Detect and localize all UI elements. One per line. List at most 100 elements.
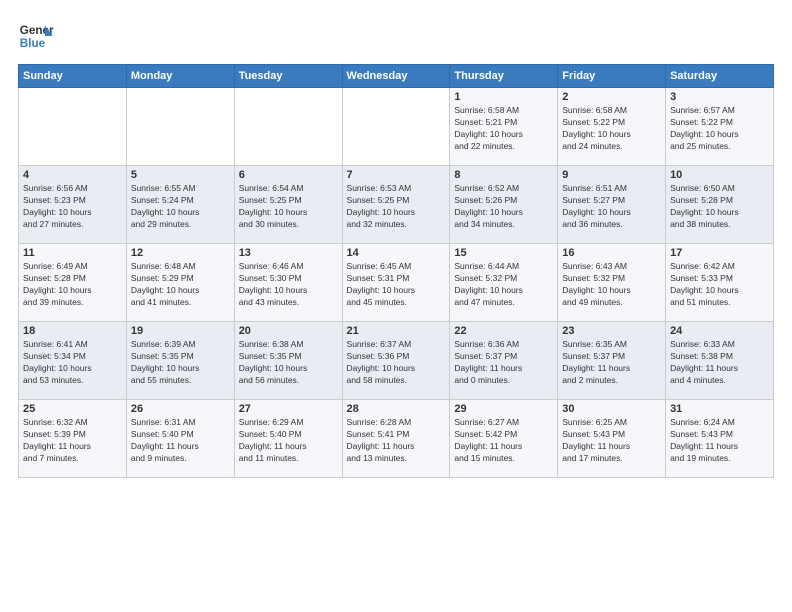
day-info: Sunrise: 6:45 AM Sunset: 5:31 PM Dayligh… [347, 261, 446, 309]
day-number: 11 [23, 247, 122, 259]
week-row-2: 4 Sunrise: 6:56 AM Sunset: 5:23 PM Daylig… [19, 166, 774, 244]
day-info: Sunrise: 6:32 AM Sunset: 5:39 PM Dayligh… [23, 417, 122, 465]
calendar-cell: 1 Sunrise: 6:58 AM Sunset: 5:21 PM Daylig… [450, 88, 558, 166]
day-number: 4 [23, 169, 122, 181]
calendar-cell: 31 Sunrise: 6:24 AM Sunset: 5:43 PM Dayli… [666, 400, 774, 478]
day-info: Sunrise: 6:54 AM Sunset: 5:25 PM Dayligh… [239, 183, 338, 231]
day-info: Sunrise: 6:28 AM Sunset: 5:41 PM Dayligh… [347, 417, 446, 465]
week-row-3: 11 Sunrise: 6:49 AM Sunset: 5:28 PM Dayli… [19, 244, 774, 322]
calendar-cell: 16 Sunrise: 6:43 AM Sunset: 5:32 PM Dayli… [558, 244, 666, 322]
calendar-cell: 30 Sunrise: 6:25 AM Sunset: 5:43 PM Dayli… [558, 400, 666, 478]
day-info: Sunrise: 6:44 AM Sunset: 5:32 PM Dayligh… [454, 261, 553, 309]
day-info: Sunrise: 6:53 AM Sunset: 5:25 PM Dayligh… [347, 183, 446, 231]
calendar-cell [342, 88, 450, 166]
calendar-cell: 26 Sunrise: 6:31 AM Sunset: 5:40 PM Dayli… [126, 400, 234, 478]
logo-icon: General Blue [18, 18, 54, 54]
calendar-cell: 11 Sunrise: 6:49 AM Sunset: 5:28 PM Dayli… [19, 244, 127, 322]
day-number: 5 [131, 169, 230, 181]
calendar-cell: 27 Sunrise: 6:29 AM Sunset: 5:40 PM Dayli… [234, 400, 342, 478]
day-info: Sunrise: 6:58 AM Sunset: 5:22 PM Dayligh… [562, 105, 661, 153]
day-number: 18 [23, 325, 122, 337]
day-number: 24 [670, 325, 769, 337]
column-header-friday: Friday [558, 65, 666, 88]
week-row-4: 18Sunrise: 6:41 AM Sunset: 5:34 PM Dayli… [19, 322, 774, 400]
calendar-table: SundayMondayTuesdayWednesdayThursdayFrid… [18, 64, 774, 478]
day-number: 10 [670, 169, 769, 181]
day-number: 30 [562, 403, 661, 415]
day-number: 7 [347, 169, 446, 181]
header: General Blue [18, 18, 774, 54]
day-info: Sunrise: 6:58 AM Sunset: 5:21 PM Dayligh… [454, 105, 553, 153]
calendar-cell: 8Sunrise: 6:52 AM Sunset: 5:26 PM Daylig… [450, 166, 558, 244]
column-header-sunday: Sunday [19, 65, 127, 88]
calendar-cell: 7 Sunrise: 6:53 AM Sunset: 5:25 PM Daylig… [342, 166, 450, 244]
day-info: Sunrise: 6:48 AM Sunset: 5:29 PM Dayligh… [131, 261, 230, 309]
day-number: 14 [347, 247, 446, 259]
week-row-1: 1 Sunrise: 6:58 AM Sunset: 5:21 PM Daylig… [19, 88, 774, 166]
column-header-saturday: Saturday [666, 65, 774, 88]
calendar-cell [126, 88, 234, 166]
calendar-cell: 15 Sunrise: 6:44 AM Sunset: 5:32 PM Dayli… [450, 244, 558, 322]
day-number: 27 [239, 403, 338, 415]
logo: General Blue [18, 18, 54, 54]
day-number: 1 [454, 91, 553, 103]
calendar-cell: 20Sunrise: 6:38 AM Sunset: 5:35 PM Dayli… [234, 322, 342, 400]
calendar-cell: 18Sunrise: 6:41 AM Sunset: 5:34 PM Dayli… [19, 322, 127, 400]
day-number: 16 [562, 247, 661, 259]
day-number: 23 [562, 325, 661, 337]
column-header-wednesday: Wednesday [342, 65, 450, 88]
calendar-cell: 2 Sunrise: 6:58 AM Sunset: 5:22 PM Daylig… [558, 88, 666, 166]
calendar-cell [234, 88, 342, 166]
calendar-cell: 22Sunrise: 6:36 AM Sunset: 5:37 PM Dayli… [450, 322, 558, 400]
day-number: 22 [454, 325, 553, 337]
day-info: Sunrise: 6:50 AM Sunset: 5:28 PM Dayligh… [670, 183, 769, 231]
day-info: Sunrise: 6:24 AM Sunset: 5:43 PM Dayligh… [670, 417, 769, 465]
calendar-cell: 4 Sunrise: 6:56 AM Sunset: 5:23 PM Daylig… [19, 166, 127, 244]
day-number: 31 [670, 403, 769, 415]
day-number: 6 [239, 169, 338, 181]
day-info: Sunrise: 6:33 AM Sunset: 5:38 PM Dayligh… [670, 339, 769, 387]
day-info: Sunrise: 6:31 AM Sunset: 5:40 PM Dayligh… [131, 417, 230, 465]
calendar-cell [19, 88, 127, 166]
day-info: Sunrise: 6:43 AM Sunset: 5:32 PM Dayligh… [562, 261, 661, 309]
day-number: 17 [670, 247, 769, 259]
week-row-5: 25 Sunrise: 6:32 AM Sunset: 5:39 PM Dayli… [19, 400, 774, 478]
day-number: 21 [347, 325, 446, 337]
day-number: 26 [131, 403, 230, 415]
day-info: Sunrise: 6:46 AM Sunset: 5:30 PM Dayligh… [239, 261, 338, 309]
calendar-header-row: SundayMondayTuesdayWednesdayThursdayFrid… [19, 65, 774, 88]
calendar-page: General Blue SundayMondayTuesdayWednesda… [0, 0, 792, 612]
calendar-cell: 13Sunrise: 6:46 AM Sunset: 5:30 PM Dayli… [234, 244, 342, 322]
day-info: Sunrise: 6:29 AM Sunset: 5:40 PM Dayligh… [239, 417, 338, 465]
day-info: Sunrise: 6:37 AM Sunset: 5:36 PM Dayligh… [347, 339, 446, 387]
calendar-cell: 28Sunrise: 6:28 AM Sunset: 5:41 PM Dayli… [342, 400, 450, 478]
calendar-cell: 17Sunrise: 6:42 AM Sunset: 5:33 PM Dayli… [666, 244, 774, 322]
calendar-body: 1 Sunrise: 6:58 AM Sunset: 5:21 PM Daylig… [19, 88, 774, 478]
day-number: 12 [131, 247, 230, 259]
svg-text:Blue: Blue [20, 37, 46, 50]
calendar-cell: 3Sunrise: 6:57 AM Sunset: 5:22 PM Daylig… [666, 88, 774, 166]
day-number: 2 [562, 91, 661, 103]
day-info: Sunrise: 6:27 AM Sunset: 5:42 PM Dayligh… [454, 417, 553, 465]
day-info: Sunrise: 6:49 AM Sunset: 5:28 PM Dayligh… [23, 261, 122, 309]
day-number: 9 [562, 169, 661, 181]
calendar-cell: 19Sunrise: 6:39 AM Sunset: 5:35 PM Dayli… [126, 322, 234, 400]
column-header-tuesday: Tuesday [234, 65, 342, 88]
column-header-thursday: Thursday [450, 65, 558, 88]
calendar-cell: 14 Sunrise: 6:45 AM Sunset: 5:31 PM Dayli… [342, 244, 450, 322]
calendar-cell: 21 Sunrise: 6:37 AM Sunset: 5:36 PM Dayli… [342, 322, 450, 400]
day-info: Sunrise: 6:38 AM Sunset: 5:35 PM Dayligh… [239, 339, 338, 387]
calendar-cell: 25 Sunrise: 6:32 AM Sunset: 5:39 PM Dayli… [19, 400, 127, 478]
day-info: Sunrise: 6:25 AM Sunset: 5:43 PM Dayligh… [562, 417, 661, 465]
calendar-cell: 24 Sunrise: 6:33 AM Sunset: 5:38 PM Dayli… [666, 322, 774, 400]
calendar-cell: 29 Sunrise: 6:27 AM Sunset: 5:42 PM Dayli… [450, 400, 558, 478]
day-info: Sunrise: 6:56 AM Sunset: 5:23 PM Dayligh… [23, 183, 122, 231]
day-number: 25 [23, 403, 122, 415]
day-info: Sunrise: 6:39 AM Sunset: 5:35 PM Dayligh… [131, 339, 230, 387]
calendar-cell: 12 Sunrise: 6:48 AM Sunset: 5:29 PM Dayli… [126, 244, 234, 322]
day-info: Sunrise: 6:55 AM Sunset: 5:24 PM Dayligh… [131, 183, 230, 231]
day-number: 29 [454, 403, 553, 415]
calendar-cell: 10 Sunrise: 6:50 AM Sunset: 5:28 PM Dayli… [666, 166, 774, 244]
day-number: 8 [454, 169, 553, 181]
day-number: 15 [454, 247, 553, 259]
